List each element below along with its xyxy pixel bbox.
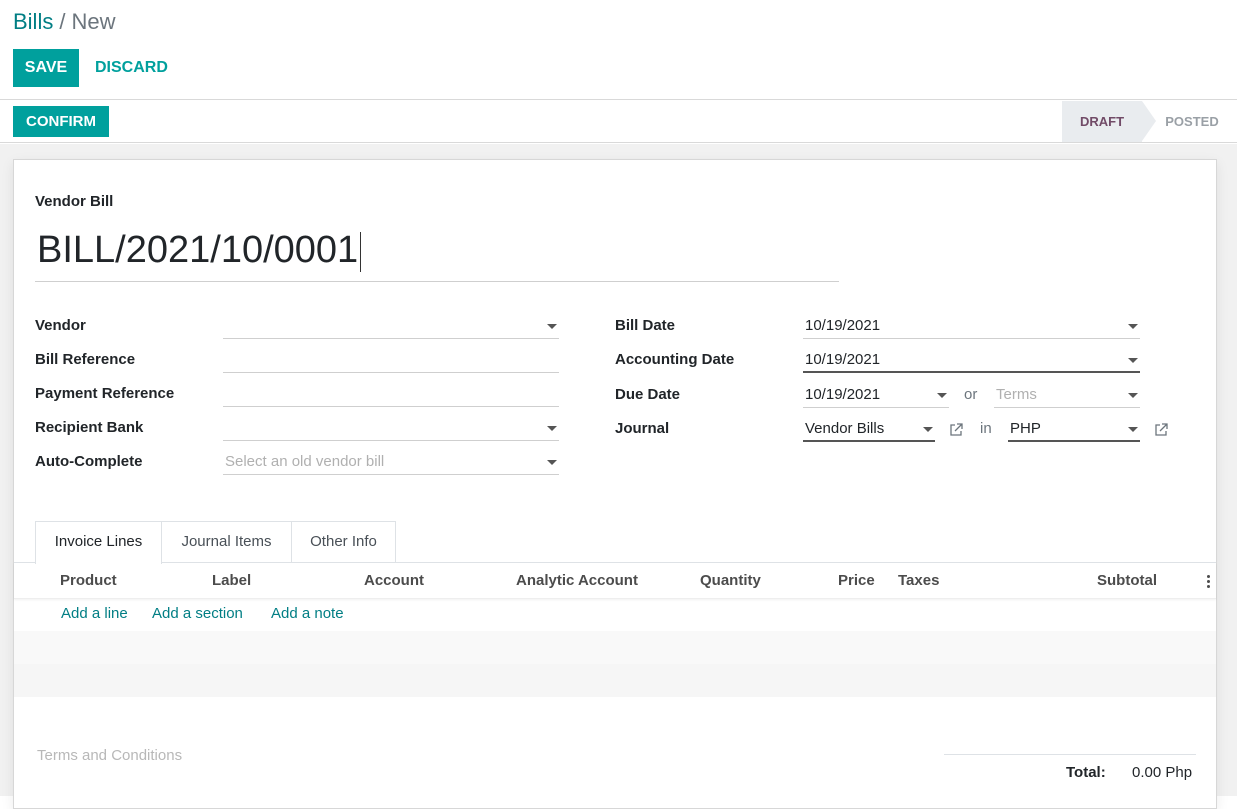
currency-value: PHP [1010, 420, 1041, 437]
vendor-field[interactable] [223, 313, 559, 339]
stage-posted[interactable]: POSTED [1152, 101, 1232, 142]
auto-complete-label: Auto-Complete [35, 453, 143, 470]
tab-invoice-lines[interactable]: Invoice Lines [35, 521, 162, 564]
discard-button[interactable]: DISCARD [84, 49, 179, 87]
bill-reference-field[interactable] [223, 347, 559, 373]
control-panel: Bills / New SAVE DISCARD [0, 0, 1237, 100]
breadcrumb-separator: / [59, 9, 66, 34]
total-divider [944, 754, 1196, 755]
external-link-icon[interactable] [1154, 423, 1168, 437]
chevron-down-icon [1128, 393, 1138, 398]
auto-complete-placeholder: Select an old vendor bill [225, 453, 385, 470]
bill-name-input[interactable]: BILL/2021/10/0001 [35, 224, 839, 282]
journal-label: Journal [615, 420, 670, 437]
column-product[interactable]: Product [60, 572, 117, 589]
total-label: Total: [1066, 764, 1106, 781]
status-bar: CONFIRM DRAFT POSTED [0, 101, 1237, 143]
payment-reference-label: Payment Reference [35, 385, 175, 402]
invoice-lines-header: Product Label Account Analytic Account Q… [14, 563, 1216, 599]
breadcrumb: Bills / New [13, 8, 115, 36]
stage-draft[interactable]: DRAFT [1062, 101, 1156, 142]
column-taxes[interactable]: Taxes [898, 572, 939, 589]
journal-field[interactable]: Vendor Bills [803, 416, 935, 442]
chevron-down-icon [937, 393, 947, 398]
optional-columns-icon[interactable] [1207, 575, 1210, 590]
text-cursor [360, 231, 362, 272]
due-date-label: Due Date [615, 386, 681, 403]
add-note-link[interactable]: Add a note [271, 605, 344, 622]
empty-row [14, 664, 1216, 697]
empty-row [14, 631, 1216, 664]
payment-terms-field[interactable]: Terms [994, 382, 1140, 408]
column-subtotal[interactable]: Subtotal [1097, 572, 1157, 589]
external-link-icon[interactable] [949, 423, 963, 437]
accounting-date-label: Accounting Date [615, 351, 735, 368]
total-value: 0.00 Php [1132, 764, 1193, 781]
payment-terms-placeholder: Terms [996, 386, 1037, 403]
journal-value: Vendor Bills [805, 420, 885, 437]
recipient-bank-label: Recipient Bank [35, 419, 144, 436]
column-label[interactable]: Label [212, 572, 251, 589]
column-account[interactable]: Account [364, 572, 424, 589]
confirm-button[interactable]: CONFIRM [13, 106, 109, 137]
chevron-down-icon [923, 427, 933, 432]
bill-reference-label: Bill Reference [35, 351, 136, 368]
due-date-field[interactable]: 10/19/2021 [803, 382, 949, 408]
chevron-down-icon [1128, 358, 1138, 363]
tab-other-info[interactable]: Other Info [292, 521, 396, 563]
or-text: or [964, 386, 978, 403]
recipient-bank-field[interactable] [223, 415, 559, 441]
chevron-down-icon [547, 426, 557, 431]
due-date-value: 10/19/2021 [805, 386, 881, 403]
bill-date-value: 10/19/2021 [805, 317, 881, 334]
column-quantity[interactable]: Quantity [700, 572, 761, 589]
add-line-row: Add a line Add a section Add a note [14, 599, 1216, 631]
chevron-down-icon [1128, 324, 1138, 329]
accounting-date-field[interactable]: 10/19/2021 [803, 347, 1140, 373]
accounting-date-value: 10/19/2021 [805, 351, 881, 368]
chevron-down-icon [547, 324, 557, 329]
bill-date-label: Bill Date [615, 317, 676, 334]
currency-field[interactable]: PHP [1008, 416, 1140, 442]
document-type-label: Vendor Bill [35, 193, 114, 210]
add-line-link[interactable]: Add a line [61, 605, 128, 622]
column-price[interactable]: Price [838, 572, 875, 589]
chevron-down-icon [1128, 427, 1138, 432]
bill-date-field[interactable]: 10/19/2021 [803, 313, 1140, 339]
column-analytic-account[interactable]: Analytic Account [516, 572, 638, 589]
chevron-down-icon [547, 460, 557, 465]
auto-complete-field[interactable]: Select an old vendor bill [223, 449, 559, 475]
tab-journal-items[interactable]: Journal Items [162, 521, 292, 563]
add-section-link[interactable]: Add a section [152, 605, 243, 622]
vendor-label: Vendor [35, 317, 86, 334]
bill-name-text: BILL/2021/10/0001 [37, 229, 359, 271]
breadcrumb-bills-link[interactable]: Bills [13, 9, 53, 34]
form-sheet: Vendor Bill BILL/2021/10/0001 Vendor Bil… [13, 159, 1217, 809]
save-button[interactable]: SAVE [13, 49, 79, 87]
terms-and-conditions-field[interactable]: Terms and Conditions [37, 747, 182, 764]
in-text: in [980, 420, 992, 437]
breadcrumb-current: New [71, 9, 116, 34]
payment-reference-field[interactable] [223, 381, 559, 407]
